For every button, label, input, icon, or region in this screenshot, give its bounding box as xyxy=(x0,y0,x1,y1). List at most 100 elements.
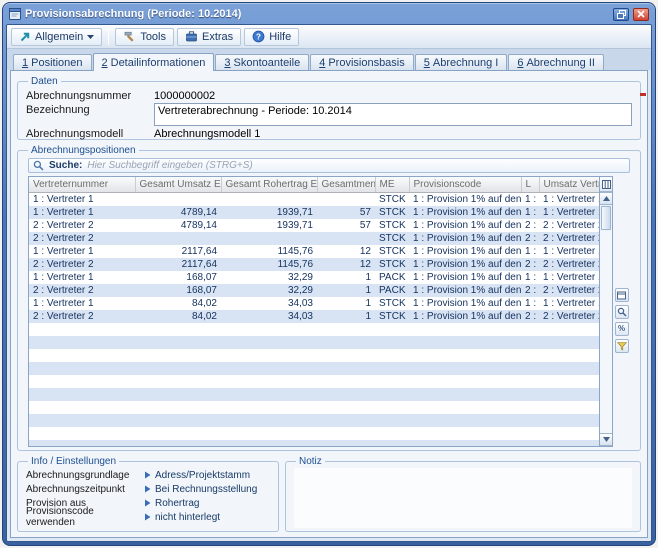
column-header-gesamt-rohertrag[interactable]: Gesamt Rohertrag EUR xyxy=(221,177,317,192)
column-header-gesamt-umsatz[interactable]: Gesamt Umsatz EUR xyxy=(135,177,221,192)
grid-cell-l[interactable]: 1 : xyxy=(521,192,539,206)
tab-positionen[interactable]: 1Positionen xyxy=(13,54,92,70)
menu-hilfe[interactable]: ? Hilfe xyxy=(244,28,299,46)
grid-cell-rohertrag[interactable]: 32,29 xyxy=(221,271,317,284)
grid-cell-umsatz[interactable]: 4789,14 xyxy=(135,219,221,232)
table-row[interactable]: 2 : Vertreter 22117,641145,7612STCK1 : P… xyxy=(29,258,599,271)
grid-cell-provisionscode[interactable]: 1 : Provision 1% auf den v xyxy=(409,232,521,245)
grid-cell-umsatz_vertreter[interactable]: 2 : Vertreter 2 xyxy=(539,232,599,245)
grid-cell-menge[interactable]: 12 xyxy=(317,258,375,271)
grid-cell-rohertrag[interactable]: 1145,76 xyxy=(221,245,317,258)
grid-cell-umsatz[interactable] xyxy=(135,192,221,206)
grid-cell-menge[interactable]: 12 xyxy=(317,245,375,258)
tab-abrechnung-1[interactable]: 5Abrechnung I xyxy=(415,54,508,70)
grid-cell-umsatz_vertreter[interactable]: 2 : Vertreter 2 xyxy=(539,284,599,297)
grid-cell-rohertrag[interactable] xyxy=(221,232,317,245)
grid-cell-provisionscode[interactable]: 1 : Provision 1% auf den v xyxy=(409,192,521,206)
grid-cell-me[interactable]: STCK xyxy=(375,310,409,323)
table-row[interactable]: 2 : Vertreter 2168,0732,291PACK1 : Provi… xyxy=(29,284,599,297)
table-row[interactable]: 1 : Vertreter 1168,0732,291PACK1 : Provi… xyxy=(29,271,599,284)
grid-cell-l[interactable]: 2 : xyxy=(521,310,539,323)
grid-cell-provisionscode[interactable]: 1 : Provision 1% auf den v xyxy=(409,271,521,284)
grid-cell-umsatz_vertreter[interactable]: 1 : Vertreter 1 xyxy=(539,192,599,206)
table-row[interactable]: 1 : Vertreter 184,0234,031STCK1 : Provis… xyxy=(29,297,599,310)
tab-provisionsbasis[interactable]: 4Provisionsbasis xyxy=(310,54,414,70)
card-view-button[interactable] xyxy=(615,288,629,302)
grid-cell-provisionscode[interactable]: 1 : Provision 1% auf den v xyxy=(409,310,521,323)
grid-cell-vertreternummer[interactable]: 1 : Vertreter 1 xyxy=(29,192,135,206)
grid-cell-rohertrag[interactable]: 1145,76 xyxy=(221,258,317,271)
column-header-umsatz-vertreter[interactable]: Umsatz Vertreter xyxy=(539,177,599,192)
table-row[interactable]: 1 : Vertreter 14789,141939,7157STCK1 : P… xyxy=(29,206,599,219)
grid-cell-menge[interactable] xyxy=(317,192,375,206)
table-row[interactable]: 2 : Vertreter 284,0234,031STCK1 : Provis… xyxy=(29,310,599,323)
grid-cell-rohertrag[interactable]: 34,03 xyxy=(221,297,317,310)
grid-cell-provisionscode[interactable]: 1 : Provision 1% auf den v xyxy=(409,206,521,219)
filter-button[interactable] xyxy=(615,339,629,353)
grid-cell-vertreternummer[interactable]: 2 : Vertreter 2 xyxy=(29,310,135,323)
grid-cell-menge[interactable]: 57 xyxy=(317,219,375,232)
table-row[interactable]: 1 : Vertreter 12117,641145,7612STCK1 : P… xyxy=(29,245,599,258)
grid-cell-vertreternummer[interactable]: 2 : Vertreter 2 xyxy=(29,219,135,232)
grid-cell-umsatz_vertreter[interactable]: 1 : Vertreter 1 xyxy=(539,206,599,219)
table-row[interactable]: 1 : Vertreter 1 STCK1 : Provision 1% auf… xyxy=(29,192,599,206)
grid-cell-umsatz_vertreter[interactable]: 1 : Vertreter 1 xyxy=(539,245,599,258)
scrollbar-thumb[interactable] xyxy=(601,206,611,230)
table-row[interactable]: 2 : Vertreter 24789,141939,7157STCK1 : P… xyxy=(29,219,599,232)
column-header-provisionscode[interactable]: Provisionscode xyxy=(409,177,521,192)
grid-search-button[interactable] xyxy=(615,305,629,319)
grid-cell-l[interactable]: 1 : xyxy=(521,271,539,284)
grid-cell-provisionscode[interactable]: 1 : Provision 1% auf den v xyxy=(409,219,521,232)
column-header-vertreternummer[interactable]: Vertreternummer xyxy=(29,177,135,192)
grid-cell-umsatz_vertreter[interactable]: 2 : Vertreter 2 xyxy=(539,310,599,323)
scroll-up-button[interactable] xyxy=(600,192,612,205)
grid-cell-menge[interactable]: 1 xyxy=(317,271,375,284)
grid-cell-vertreternummer[interactable]: 1 : Vertreter 1 xyxy=(29,297,135,310)
grid-cell-me[interactable]: STCK xyxy=(375,219,409,232)
titlebar[interactable]: Provisionsabrechnung (Periode: 10.2014) xyxy=(6,6,652,24)
grid-cell-menge[interactable] xyxy=(317,232,375,245)
grid-cell-me[interactable]: PACK xyxy=(375,284,409,297)
grid-cell-me[interactable]: PACK xyxy=(375,271,409,284)
grid-cell-umsatz_vertreter[interactable]: 2 : Vertreter 2 xyxy=(539,258,599,271)
grid-cell-umsatz[interactable]: 168,07 xyxy=(135,271,221,284)
tab-skontoanteile[interactable]: 3Skontoanteile xyxy=(215,54,309,70)
grid-cell-rohertrag[interactable]: 32,29 xyxy=(221,284,317,297)
grid-cell-umsatz[interactable]: 2117,64 xyxy=(135,258,221,271)
column-chooser-button[interactable] xyxy=(600,177,612,192)
grid-cell-menge[interactable]: 1 xyxy=(317,310,375,323)
grid-cell-vertreternummer[interactable]: 2 : Vertreter 2 xyxy=(29,232,135,245)
restore-button[interactable] xyxy=(613,8,629,21)
grid-cell-me[interactable]: STCK xyxy=(375,232,409,245)
grid-scrollbar[interactable] xyxy=(600,176,613,447)
grid-cell-rohertrag[interactable] xyxy=(221,192,317,206)
grid-cell-menge[interactable]: 1 xyxy=(317,284,375,297)
tab-abrechnung-2[interactable]: 6Abrechnung II xyxy=(508,54,604,70)
scroll-down-button[interactable] xyxy=(600,433,612,446)
grid-cell-provisionscode[interactable]: 1 : Provision 1% auf den v xyxy=(409,284,521,297)
tab-detailinformationen[interactable]: 2Detailinformationen xyxy=(93,53,215,71)
search-input[interactable]: Suche: Hier Suchbegriff eingeben (STRG+S… xyxy=(28,158,630,173)
grid-cell-umsatz[interactable]: 84,02 xyxy=(135,310,221,323)
grid-cell-me[interactable]: STCK xyxy=(375,206,409,219)
grid-cell-l[interactable]: 1 : xyxy=(521,297,539,310)
grid-cell-l[interactable]: 2 : xyxy=(521,219,539,232)
grid-cell-me[interactable]: STCK xyxy=(375,258,409,271)
grid-cell-umsatz[interactable] xyxy=(135,232,221,245)
table-row[interactable]: 2 : Vertreter 2 STCK1 : Provision 1% auf… xyxy=(29,232,599,245)
grid-cell-rohertrag[interactable]: 34,03 xyxy=(221,310,317,323)
grid-cell-provisionscode[interactable]: 1 : Provision 1% auf den v xyxy=(409,245,521,258)
menu-tools[interactable]: Tools xyxy=(115,28,174,46)
grid-cell-umsatz[interactable]: 2117,64 xyxy=(135,245,221,258)
column-header-gesamtmenge[interactable]: Gesamtmenge xyxy=(317,177,375,192)
grid-cell-umsatz[interactable]: 4789,14 xyxy=(135,206,221,219)
grid-cell-l[interactable]: 2 : xyxy=(521,232,539,245)
grid-cell-umsatz_vertreter[interactable]: 2 : Vertreter 2 xyxy=(539,219,599,232)
grid-cell-me[interactable]: STCK xyxy=(375,245,409,258)
grid-cell-l[interactable]: 1 : xyxy=(521,206,539,219)
notiz-input[interactable] xyxy=(294,468,632,528)
grid-cell-me[interactable]: STCK xyxy=(375,297,409,310)
grid-cell-vertreternummer[interactable]: 2 : Vertreter 2 xyxy=(29,258,135,271)
menu-extras[interactable]: Extras xyxy=(177,28,241,46)
grid-cell-vertreternummer[interactable]: 1 : Vertreter 1 xyxy=(29,245,135,258)
